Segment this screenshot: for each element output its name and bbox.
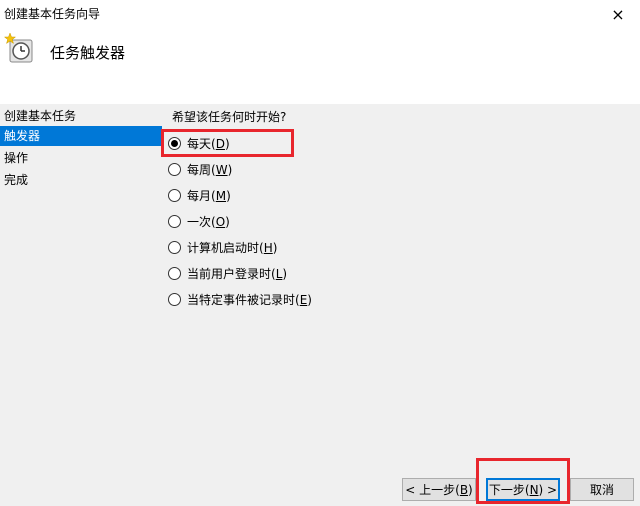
close-icon[interactable]: ×	[596, 0, 640, 28]
access-key: B	[459, 482, 469, 497]
option-label: 计算机启动时	[187, 240, 260, 255]
option-label: 当前用户登录时	[187, 266, 272, 281]
radio-once[interactable]: 一次(O)	[168, 212, 230, 230]
step-action[interactable]: 操作	[0, 148, 162, 168]
access-key: H	[263, 240, 273, 255]
option-label: 每月	[187, 188, 212, 203]
page-title: 任务触发器	[50, 44, 126, 62]
radio-unselected-icon[interactable]	[168, 214, 181, 228]
radio-unselected-icon[interactable]	[168, 188, 181, 202]
back-button[interactable]: < 上一步(B)	[402, 478, 476, 501]
cancel-button[interactable]: 取消	[570, 478, 634, 501]
step-label: 创建基本任务	[4, 109, 77, 123]
radio-monthly[interactable]: 每月(M)	[168, 186, 231, 204]
option-label: 当特定事件被记录时	[187, 292, 296, 307]
highlight-box-daily	[161, 129, 294, 157]
step-trigger[interactable]: 触发器	[0, 126, 162, 146]
question-label: 希望该任务何时开始?	[172, 110, 287, 124]
step-label: 触发器	[4, 129, 41, 143]
trigger-options-panel: 希望该任务何时开始? 每天(D) 每周(W) 每月(M) 一次(O) 计算机启动…	[168, 104, 640, 506]
task-wizard-window: 创建基本任务向导 × 任务触发器 创建基本任务 触发器 操作 完成 希望该任务何…	[0, 0, 640, 506]
wizard-steps: 创建基本任务 触发器 操作 完成	[0, 104, 162, 506]
option-label: 每周	[187, 162, 212, 177]
wizard-header: 任务触发器	[0, 28, 640, 104]
step-label: 完成	[4, 173, 29, 187]
access-key: L	[275, 266, 283, 281]
access-key: M	[215, 188, 227, 203]
radio-unselected-icon[interactable]	[168, 292, 181, 306]
clock-task-icon	[4, 32, 33, 63]
radio-weekly[interactable]: 每周(W)	[168, 160, 232, 178]
highlight-box-next	[476, 458, 570, 504]
option-label: 一次	[187, 214, 212, 229]
access-key: O	[215, 214, 226, 229]
window-title: 创建基本任务向导	[4, 7, 101, 21]
step-label: 操作	[4, 151, 29, 165]
access-key: E	[299, 292, 308, 307]
radio-on-event[interactable]: 当特定事件被记录时(E)	[168, 290, 312, 308]
radio-unselected-icon[interactable]	[168, 266, 181, 280]
step-finish[interactable]: 完成	[0, 170, 162, 190]
access-key: W	[215, 162, 228, 177]
title-bar: 创建基本任务向导 ×	[0, 0, 640, 28]
wizard-body: 创建基本任务 触发器 操作 完成 希望该任务何时开始? 每天(D) 每周(W)	[0, 104, 640, 506]
step-create-basic-task[interactable]: 创建基本任务	[0, 106, 162, 126]
radio-at-startup[interactable]: 计算机启动时(H)	[168, 238, 277, 256]
radio-at-logon[interactable]: 当前用户登录时(L)	[168, 264, 287, 282]
radio-unselected-icon[interactable]	[168, 162, 181, 176]
radio-unselected-icon[interactable]	[168, 240, 181, 254]
